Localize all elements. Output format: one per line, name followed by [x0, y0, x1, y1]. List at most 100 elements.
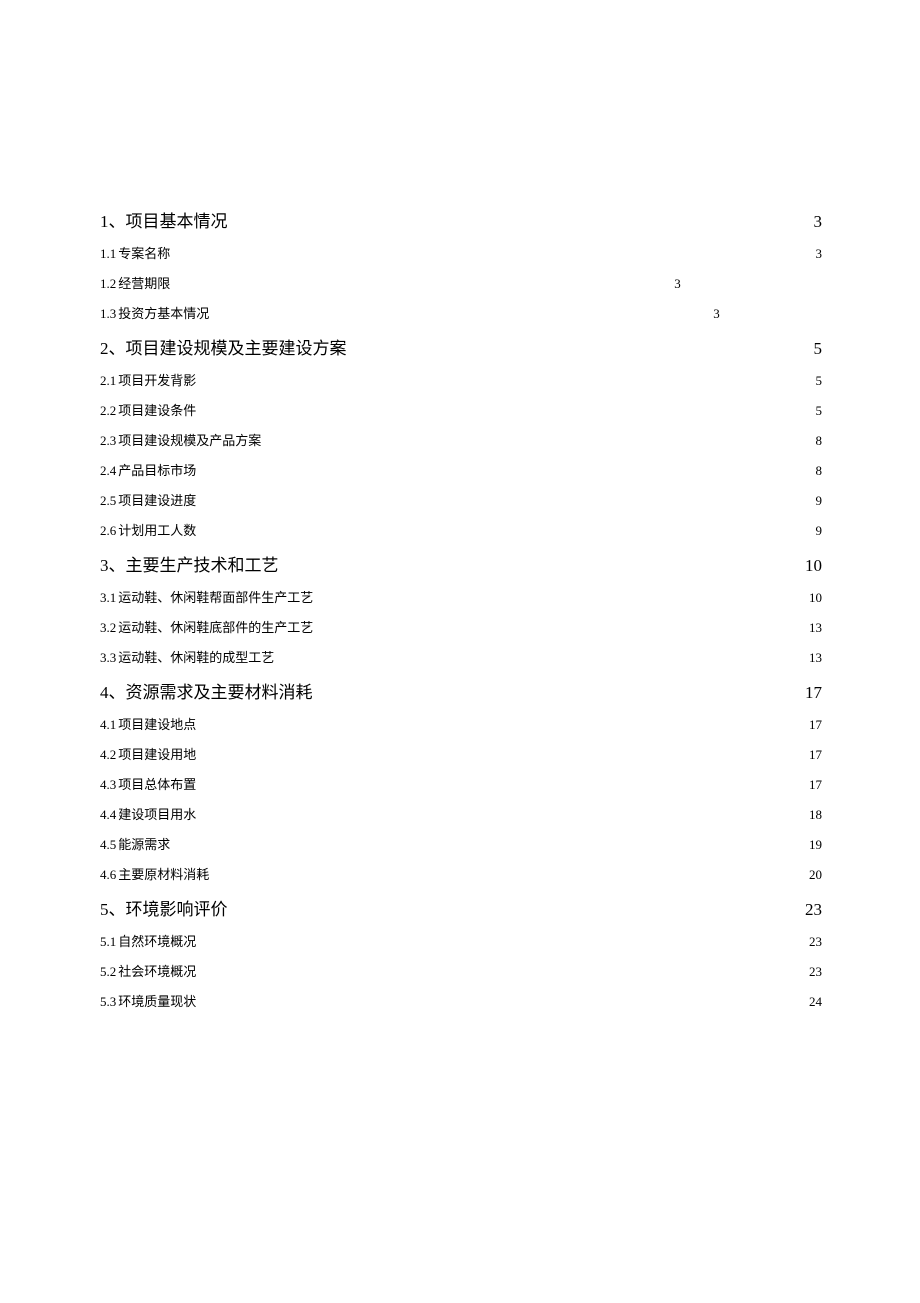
toc-subsection-row: 5.2社会环境概况 23	[100, 961, 822, 980]
toc-subsection-row: 4.3项目总体布置 17	[100, 774, 822, 793]
toc-subsection-row: 2.4产品目标市场8	[100, 460, 822, 479]
toc-section-row: 2、项目建设规模及主要建设方案 5	[100, 334, 822, 359]
toc-entry-title: 产品目标市场	[118, 460, 196, 479]
toc-section-row: 4、资源需求及主要材料消耗 17	[100, 678, 822, 703]
toc-entry-number: 2.6	[100, 523, 116, 539]
toc-entry-title: 运动鞋、休闲鞋的成型工艺	[118, 647, 274, 666]
toc-entry-number: 3.3	[100, 650, 116, 666]
toc-entry-title: 项目建设规模及产品方案	[118, 430, 261, 449]
toc-subsection-row: 1.2经营期限 3	[100, 273, 822, 292]
toc-entry-number: 2.2	[100, 403, 116, 419]
toc-subsection-row: 5.3环境质量现状 24	[100, 991, 822, 1010]
toc-entry-page: 17	[801, 683, 822, 703]
toc-subsection-row: 2.3项目建设规模及产品方案 8	[100, 430, 822, 449]
toc-entry-number: 4.6	[100, 867, 116, 883]
toc-subsection-row: 5.1自然环境概况 23	[100, 931, 822, 950]
toc-entry-page: 23	[805, 964, 822, 980]
toc-entry-title: 计划用工人数	[118, 520, 196, 539]
toc-entry-title: 项目总体布置	[118, 774, 196, 793]
table-of-contents: 1、项目基本情况31.1专案名称31.2经营期限31.3投资方基本情况32、项目…	[100, 207, 822, 1010]
toc-entry-page: 9	[812, 493, 823, 509]
toc-entry-number: 2.1	[100, 373, 116, 389]
toc-entry-number: 1.2	[100, 276, 116, 292]
toc-entry-page: 20	[805, 867, 822, 883]
toc-entry-number: 5.2	[100, 964, 116, 980]
toc-subsection-row: 4.5能源需求19	[100, 834, 822, 853]
toc-section-row: 5、环境影响评价 23	[100, 895, 822, 920]
toc-entry-number: 4.2	[100, 747, 116, 763]
toc-entry-title: 资源需求及主要材料消耗	[126, 678, 313, 703]
toc-subsection-row: 1.1专案名称 3	[100, 243, 822, 262]
toc-entry-title: 项目基本情况	[126, 207, 228, 232]
toc-entry-page: 3	[810, 212, 823, 232]
toc-entry-page: 13	[805, 620, 822, 636]
toc-entry-page: 8	[812, 433, 823, 449]
toc-entry-number: 2.3	[100, 433, 116, 449]
toc-entry-number: 4.3	[100, 777, 116, 793]
toc-entry-title: 主要原材料消耗	[118, 864, 209, 883]
toc-entry-number: 5.3	[100, 994, 116, 1010]
toc-entry-page: 18	[805, 807, 822, 823]
toc-subsection-row: 3.1运动鞋、休闲鞋帮面部件生产工艺 10	[100, 587, 822, 606]
toc-entry-number: 2.5	[100, 493, 116, 509]
toc-entry-number: 4.1	[100, 717, 116, 733]
toc-entry-title: 经营期限	[118, 273, 170, 292]
toc-subsection-row: 2.6计划用工人数 9	[100, 520, 822, 539]
toc-entry-page: 10	[801, 556, 822, 576]
toc-entry-title: 能源需求	[118, 834, 170, 853]
toc-entry-title: 项目建设规模及主要建设方案	[126, 334, 347, 359]
toc-entry-number: 5、	[100, 895, 126, 920]
toc-entry-title: 运动鞋、休闲鞋帮面部件生产工艺	[118, 587, 313, 606]
toc-subsection-row: 1.3投资方基本情况 3	[100, 303, 822, 322]
toc-entry-page: 17	[805, 717, 822, 733]
toc-entry-page: 10	[805, 590, 822, 606]
toc-entry-page: 24	[805, 994, 822, 1010]
toc-entry-page: 19	[805, 837, 822, 853]
toc-entry-page: 17	[805, 777, 822, 793]
toc-entry-page: 3	[670, 276, 681, 292]
toc-entry-page: 23	[801, 900, 822, 920]
toc-entry-page: 23	[805, 934, 822, 950]
toc-entry-number: 1、	[100, 207, 126, 232]
toc-entry-title: 项目建设条件	[118, 400, 196, 419]
toc-entry-page: 3	[709, 306, 720, 322]
toc-entry-page: 5	[812, 373, 823, 389]
toc-entry-number: 3.2	[100, 620, 116, 636]
toc-entry-number: 1.1	[100, 246, 116, 262]
toc-entry-title: 专案名称	[118, 243, 170, 262]
toc-section-row: 3、主要生产技术和工艺 10	[100, 551, 822, 576]
toc-entry-number: 3、	[100, 551, 126, 576]
toc-subsection-row: 3.3运动鞋、休闲鞋的成型工艺 13	[100, 647, 822, 666]
toc-entry-title: 建设项目用水	[118, 804, 196, 823]
toc-subsection-row: 2.1项目开发背影5	[100, 370, 822, 389]
toc-entry-number: 4、	[100, 678, 126, 703]
toc-entry-number: 4.4	[100, 807, 116, 823]
toc-entry-title: 项目建设地点	[118, 714, 196, 733]
toc-entry-title: 环境质量现状	[118, 991, 196, 1010]
toc-entry-page: 17	[805, 747, 822, 763]
toc-entry-title: 社会环境概况	[118, 961, 196, 980]
toc-entry-title: 投资方基本情况	[118, 303, 209, 322]
toc-entry-page: 3	[812, 246, 823, 262]
toc-subsection-row: 4.4建设项目用水 18	[100, 804, 822, 823]
toc-entry-title: 运动鞋、休闲鞋底部件的生产工艺	[118, 617, 313, 636]
toc-subsection-row: 4.2项目建设用地 17	[100, 744, 822, 763]
toc-entry-title: 环境影响评价	[126, 895, 228, 920]
toc-entry-page: 5	[810, 339, 823, 359]
toc-subsection-row: 2.5项目建设进度 9	[100, 490, 822, 509]
toc-entry-title: 项目建设进度	[118, 490, 196, 509]
toc-entry-number: 3.1	[100, 590, 116, 606]
toc-entry-number: 5.1	[100, 934, 116, 950]
toc-entry-title: 主要生产技术和工艺	[126, 551, 279, 576]
toc-entry-number: 2.4	[100, 463, 116, 479]
toc-entry-title: 自然环境概况	[118, 931, 196, 950]
toc-entry-page: 9	[812, 523, 823, 539]
toc-subsection-row: 4.1项目建设地点 17	[100, 714, 822, 733]
toc-entry-page: 13	[805, 650, 822, 666]
toc-entry-number: 2、	[100, 334, 126, 359]
toc-section-row: 1、项目基本情况 3	[100, 207, 822, 232]
toc-subsection-row: 4.6主要原材料消耗 20	[100, 864, 822, 883]
toc-subsection-row: 3.2运动鞋、休闲鞋底部件的生产工艺 13	[100, 617, 822, 636]
toc-entry-number: 1.3	[100, 306, 116, 322]
toc-entry-title: 项目建设用地	[118, 744, 196, 763]
